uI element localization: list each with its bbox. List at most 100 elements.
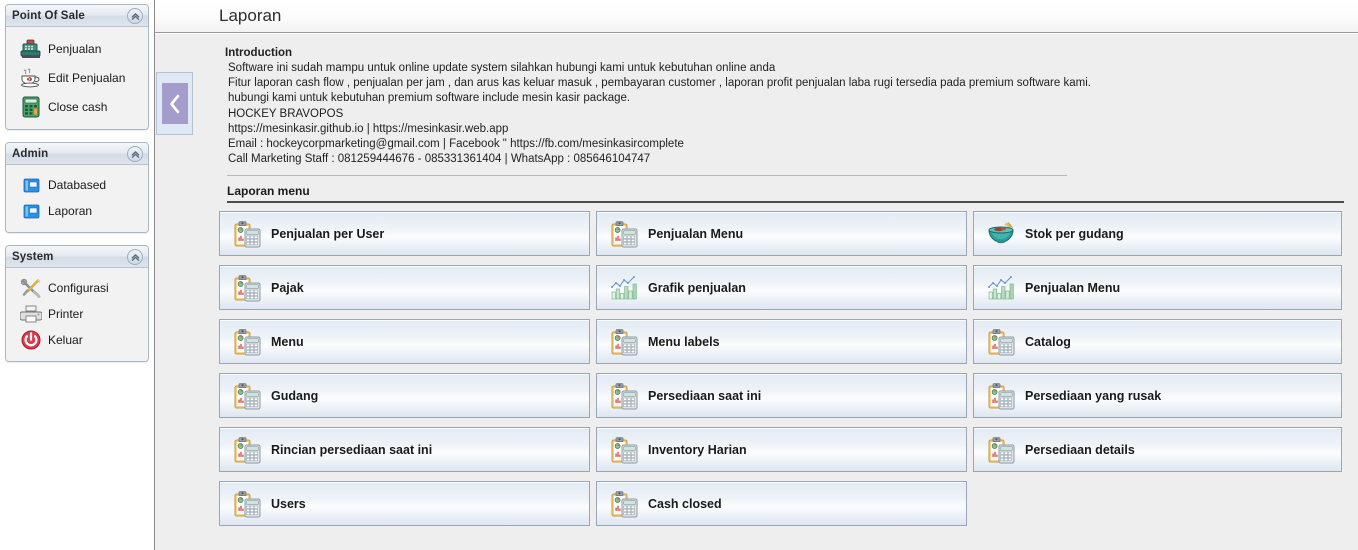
- sidebar-panel-admin: Admin Databased Laporan: [5, 142, 149, 233]
- panel-body-system: Configurasi Printer Keluar: [6, 268, 148, 361]
- sidebar-item-label: Keluar: [48, 333, 83, 347]
- panel-header-system: System: [6, 246, 148, 268]
- printer-icon: [18, 302, 44, 326]
- section-label: Laporan menu: [227, 184, 310, 199]
- tile-persediaan-details[interactable]: Persediaan details: [973, 427, 1342, 473]
- sidebar-item-label: Laporan: [48, 204, 93, 218]
- panel-title: Admin: [12, 147, 49, 160]
- tile-stok-per-gudang[interactable]: Stok per gudang: [973, 211, 1342, 257]
- bar-chart-icon: [609, 273, 639, 303]
- clipboard-calculator-icon: [232, 381, 262, 411]
- database-card-icon: [18, 199, 44, 223]
- introduction-line: Email : hockeycorpmarketing@gmail.com | …: [228, 138, 684, 151]
- sidebar-item-label: Printer: [48, 307, 84, 321]
- report-menu-column-2: Penjualan Menu Grafik penjualan Menu lab…: [596, 211, 967, 527]
- clipboard-calculator-icon: [232, 273, 262, 303]
- sidebar-item-keluar[interactable]: Keluar: [6, 327, 148, 353]
- tile-label: Persediaan yang rusak: [1025, 388, 1162, 403]
- sidebar-item-databased[interactable]: Databased: [6, 172, 148, 198]
- tile-label: Catalog: [1025, 334, 1071, 349]
- clipboard-calculator-icon: [232, 489, 262, 519]
- tile-cash-closed[interactable]: Cash closed: [596, 481, 967, 527]
- chevron-up-icon[interactable]: [127, 8, 143, 24]
- report-menu-section: Laporan menu: [219, 176, 1344, 204]
- sidebar-panel-point-of-sale: Point Of Sale Penjualan Edit Penjualan C…: [5, 4, 149, 130]
- main-content: Laporan Introduction Software ini sudah …: [155, 0, 1358, 550]
- tile-gudang[interactable]: Gudang: [219, 373, 590, 419]
- tile-label: Penjualan Menu: [1025, 280, 1121, 295]
- calculator-icon: [18, 95, 44, 119]
- tile-label: Grafik penjualan: [648, 280, 746, 295]
- tile-label: Menu labels: [648, 334, 720, 349]
- tile-penjualan-per-user[interactable]: Penjualan per User: [219, 211, 590, 257]
- tile-label: Inventory Harian: [648, 442, 747, 457]
- sidebar-item-edit-penjualan[interactable]: Edit Penjualan: [6, 63, 148, 92]
- title-bar: Laporan: [155, 0, 1358, 33]
- panel-title: Point Of Sale: [12, 9, 85, 22]
- tile-label: Users: [271, 496, 306, 511]
- sidebar-item-laporan[interactable]: Laporan: [6, 198, 148, 224]
- tile-menu[interactable]: Menu: [219, 319, 590, 365]
- tile-persediaan-yang-rusak[interactable]: Persediaan yang rusak: [973, 373, 1342, 419]
- clipboard-calculator-icon: [609, 489, 639, 519]
- tile-label: Penjualan Menu: [648, 226, 744, 241]
- tile-label: Persediaan details: [1025, 442, 1135, 457]
- power-icon: [18, 328, 44, 352]
- clipboard-calculator-icon: [232, 219, 262, 249]
- clipboard-calculator-icon: [232, 435, 262, 465]
- chevron-up-icon[interactable]: [127, 146, 143, 162]
- tile-inventory-harian[interactable]: Inventory Harian: [596, 427, 967, 473]
- report-menu-grid: Penjualan per User Pajak Menu Gudang Rin…: [219, 211, 1344, 527]
- page-title: Laporan: [219, 6, 282, 25]
- sidebar: Point Of Sale Penjualan Edit Penjualan C…: [0, 0, 155, 550]
- tile-users[interactable]: Users: [219, 481, 590, 527]
- report-menu-column-1: Penjualan per User Pajak Menu Gudang Rin…: [219, 211, 590, 527]
- sidebar-item-label: Databased: [48, 178, 107, 192]
- panel-title: System: [12, 250, 54, 263]
- sidebar-item-configurasi[interactable]: Configurasi: [6, 275, 148, 301]
- introduction-line: HOCKEY BRAVOPOS: [228, 107, 344, 120]
- clipboard-calculator-icon: [609, 219, 639, 249]
- sidebar-item-label: Edit Penjualan: [48, 70, 126, 85]
- sidebar-item-close-cash[interactable]: Close cash: [6, 92, 148, 121]
- sidebar-item-label: Close cash: [48, 99, 108, 114]
- tile-label: Penjualan per User: [271, 226, 385, 241]
- introduction-line: Fitur laporan cash flow , penjualan per …: [228, 77, 1091, 90]
- database-card-icon: [18, 173, 44, 197]
- introduction-heading: Introduction: [225, 47, 293, 59]
- tile-penjualan-menu-chart[interactable]: Penjualan Menu: [973, 265, 1342, 311]
- introduction-line: https://mesinkasir.github.io | https://m…: [228, 122, 509, 135]
- tile-catalog[interactable]: Catalog: [973, 319, 1342, 365]
- chevron-up-icon[interactable]: [127, 249, 143, 265]
- tools-icon: [18, 276, 44, 300]
- introduction-line: hubungi kami untuk kebutuhan premium sof…: [228, 92, 631, 105]
- sidebar-item-penjualan[interactable]: Penjualan: [6, 34, 148, 63]
- introduction-line: Call Marketing Staff : 081259444676 - 08…: [228, 153, 651, 166]
- tile-grafik-penjualan[interactable]: Grafik penjualan: [596, 265, 967, 311]
- clipboard-calculator-icon: [986, 435, 1016, 465]
- chevron-left-icon: [161, 83, 188, 124]
- tile-penjualan-menu[interactable]: Penjualan Menu: [596, 211, 967, 257]
- tile-persediaan-saat-ini[interactable]: Persediaan saat ini: [596, 373, 967, 419]
- sidebar-item-printer[interactable]: Printer: [6, 301, 148, 327]
- tile-label: Stok per gudang: [1025, 226, 1124, 241]
- sidebar-item-label: Configurasi: [48, 281, 109, 295]
- tile-menu-labels[interactable]: Menu labels: [596, 319, 967, 365]
- introduction-line: Software ini sudah mampu untuk online up…: [228, 62, 776, 74]
- noodle-bowl-icon: [986, 219, 1016, 249]
- bar-chart-icon: [986, 273, 1016, 303]
- tile-label: Rincian persediaan saat ini: [271, 442, 433, 457]
- panel-body-admin: Databased Laporan: [6, 165, 148, 232]
- tile-label: Gudang: [271, 388, 319, 403]
- clipboard-calculator-icon: [986, 381, 1016, 411]
- application-window: Point Of Sale Penjualan Edit Penjualan C…: [0, 0, 1358, 550]
- tile-label: Persediaan saat ini: [648, 388, 762, 403]
- sidebar-collapse-toggle[interactable]: [156, 72, 193, 135]
- tile-rincian-persediaan-saat-ini[interactable]: Rincian persediaan saat ini: [219, 427, 590, 473]
- sidebar-panel-system: System Configurasi Printer Keluar: [5, 245, 149, 362]
- tile-pajak[interactable]: Pajak: [219, 265, 590, 311]
- cash-register-icon: [18, 37, 44, 61]
- panel-body-point-of-sale: Penjualan Edit Penjualan Close cash: [6, 27, 148, 129]
- tile-label: Menu: [271, 334, 304, 349]
- panel-header-point-of-sale: Point Of Sale: [6, 5, 148, 27]
